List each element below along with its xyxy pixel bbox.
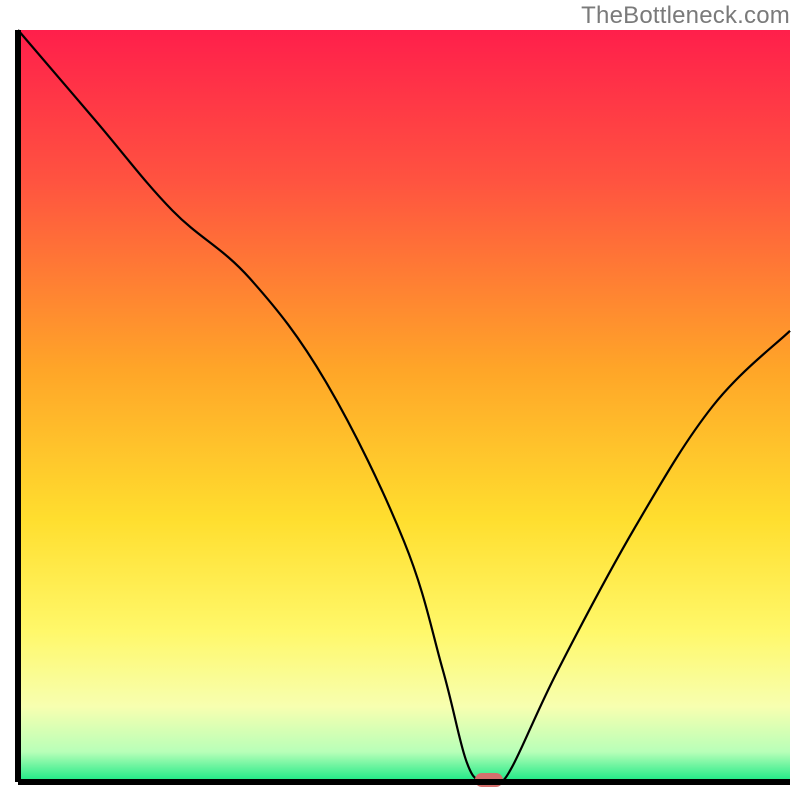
gradient-background (18, 30, 790, 782)
watermark-text: TheBottleneck.com (581, 2, 790, 30)
plot-area (18, 30, 790, 787)
bottleneck-chart (0, 0, 800, 800)
chart-container: TheBottleneck.com (0, 0, 800, 800)
